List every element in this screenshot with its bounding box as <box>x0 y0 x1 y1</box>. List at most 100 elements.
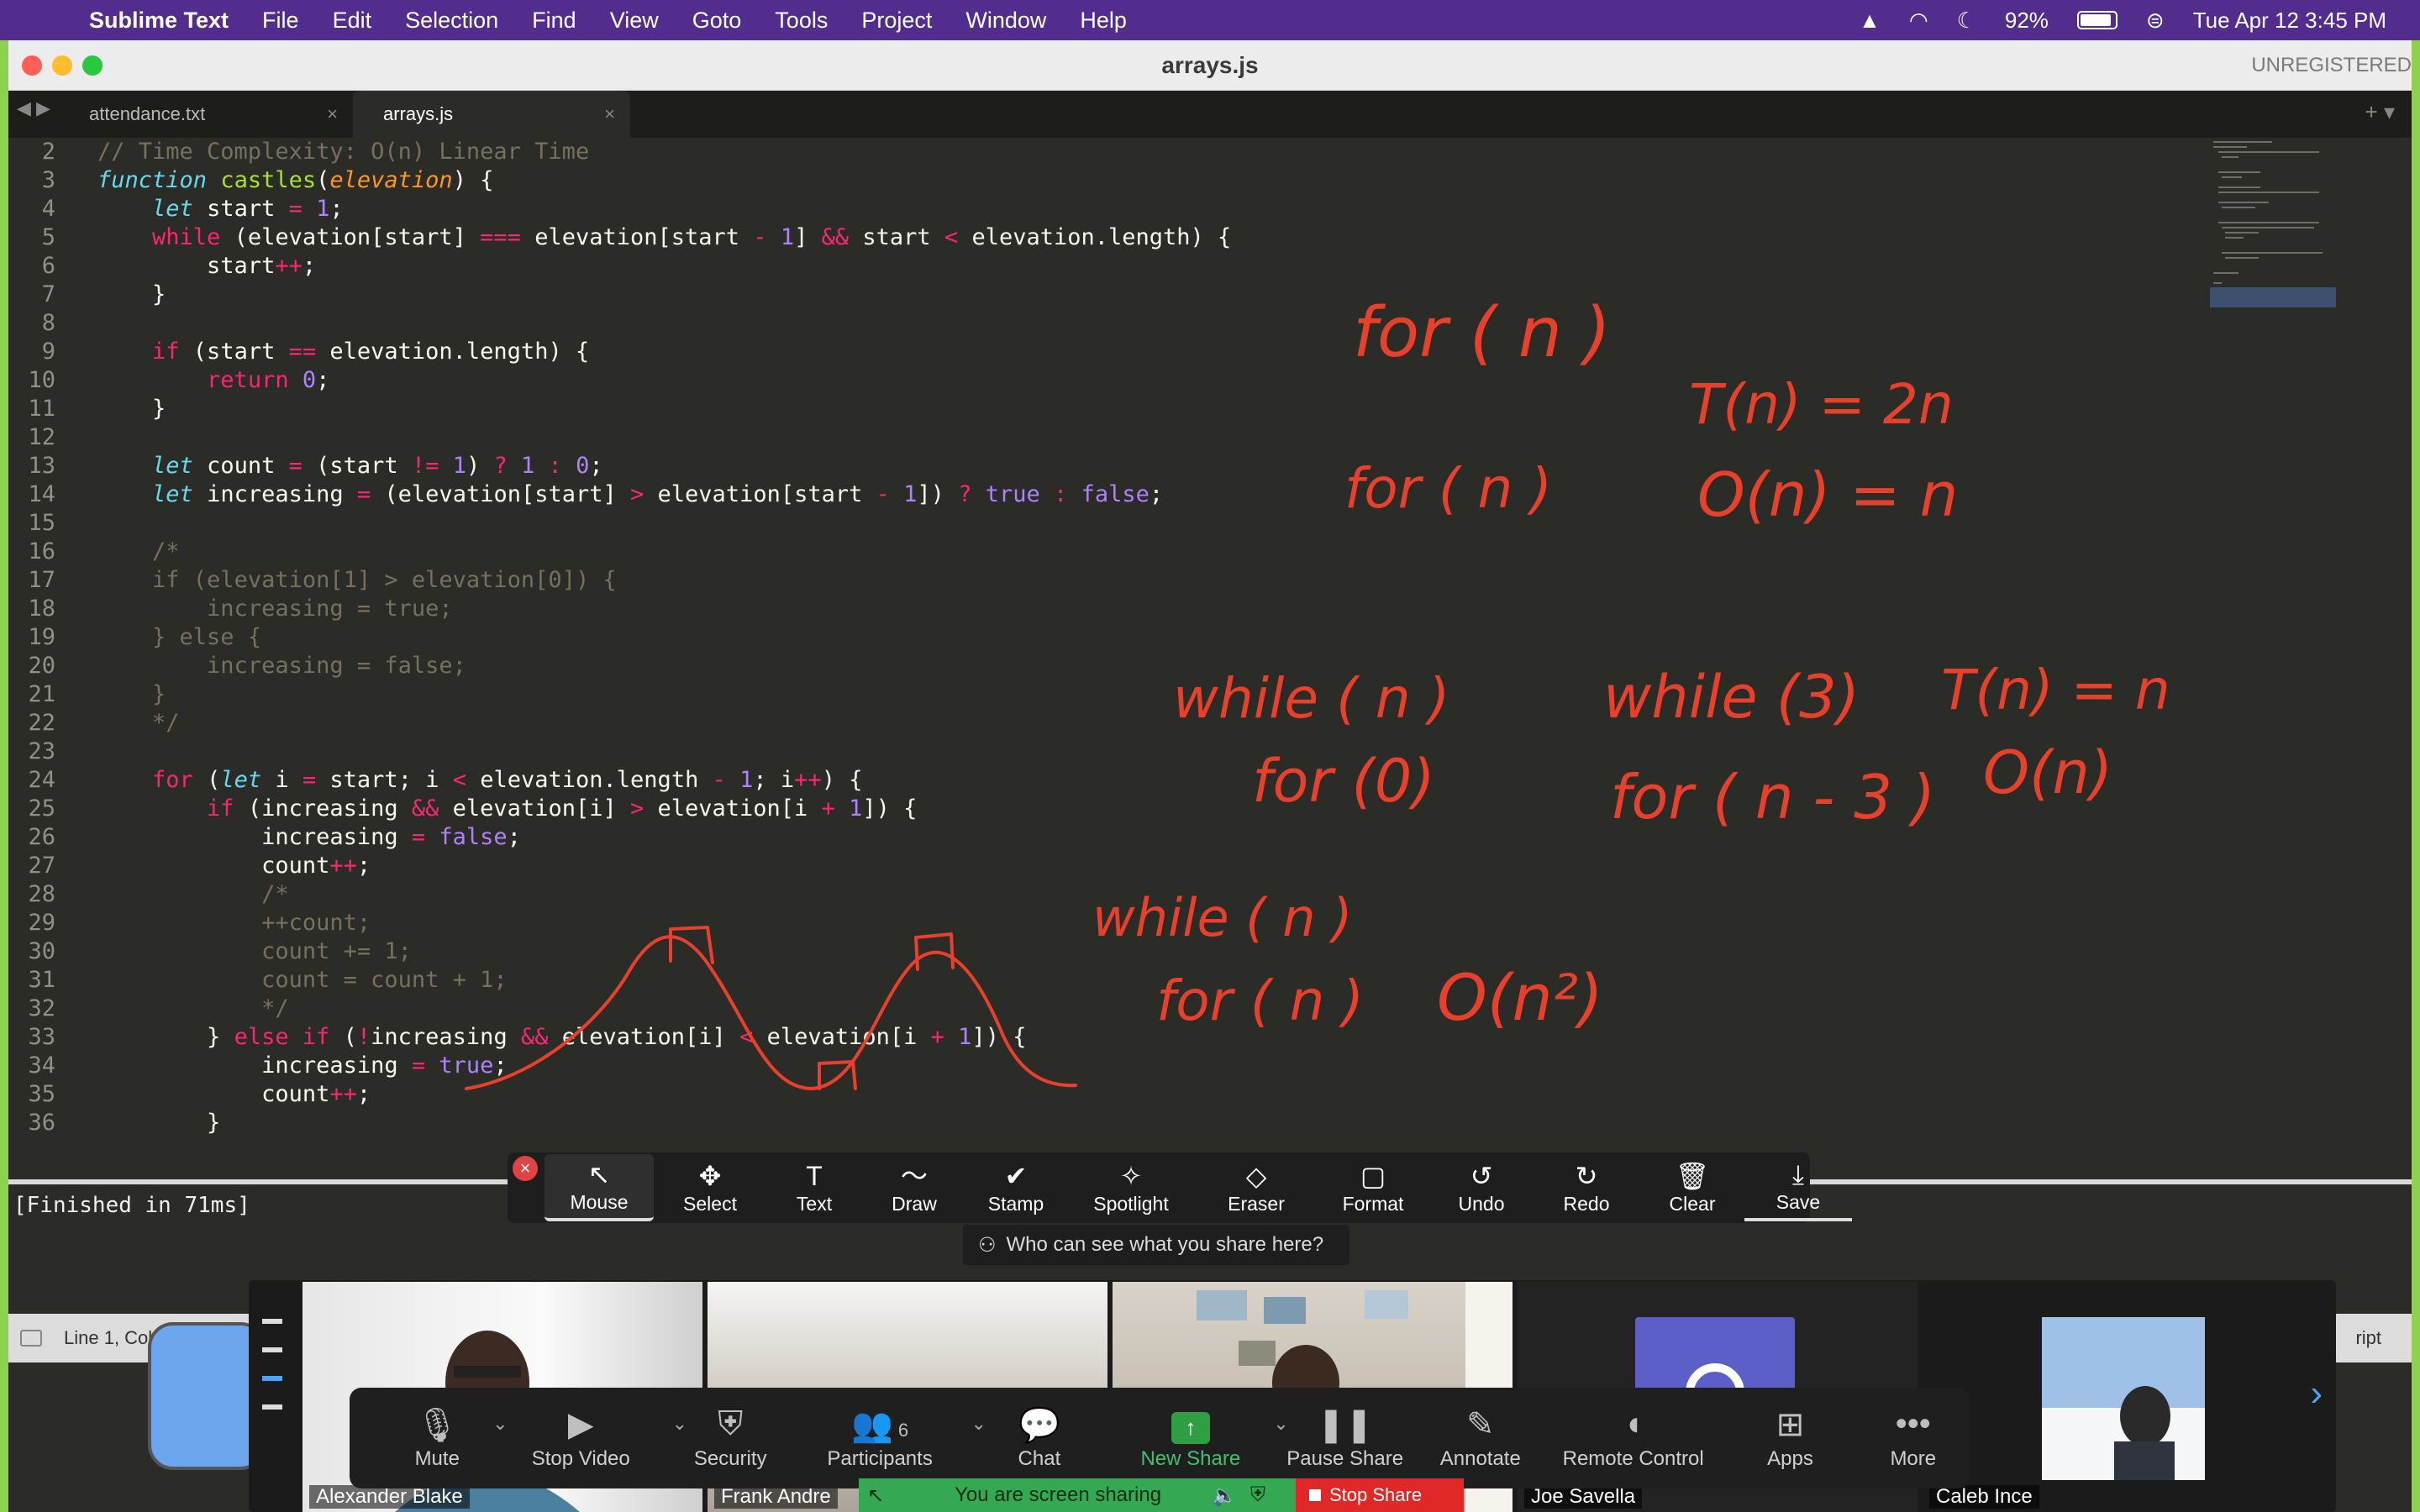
format-icon: ▢ <box>1360 1160 1386 1191</box>
focus-moon-icon[interactable]: ☾ <box>1957 8 1976 34</box>
zoom-security-button[interactable]: ⛨ Security <box>671 1396 790 1480</box>
sharing-text: You are screen sharing <box>955 1483 1162 1506</box>
panel-toggle-icon[interactable] <box>20 1330 42 1347</box>
menu-help[interactable]: Help <box>1080 8 1127 34</box>
wifi-icon[interactable]: ◠ <box>1909 8 1928 34</box>
zoom-participants-button[interactable]: 👥 6 Participants ⌄ <box>790 1396 986 1480</box>
who-can-see-prompt[interactable]: ⚇ Who can see what you share here? <box>963 1225 1349 1265</box>
title-bar: arrays.js UNREGISTERED <box>8 40 2412 91</box>
undo-icon: ↺ <box>1470 1160 1493 1191</box>
ink-for-n-4: for ( n ) <box>1156 969 1364 1033</box>
syntax-label[interactable]: ript <box>2355 1327 2381 1349</box>
control-label: Security <box>693 1447 767 1470</box>
menu-edit[interactable]: Edit <box>333 8 372 34</box>
menu-clock[interactable]: Tue Apr 12 3:45 PM <box>2193 8 2386 34</box>
participant-count: 6 <box>897 1420 909 1441</box>
close-tab-icon[interactable]: × <box>604 103 615 125</box>
select-icon: ✥ <box>698 1160 722 1191</box>
drive-icon[interactable]: ▲ <box>1859 8 1881 34</box>
annotate-tool-select[interactable]: ✥ Select <box>654 1154 766 1221</box>
annotate-tool-mouse[interactable]: ↖ Mouse <box>544 1154 654 1221</box>
participant-name: Frank Andre <box>714 1485 838 1509</box>
stop-share-label: Stop Share <box>1329 1484 1423 1505</box>
code-editor[interactable]: 2// Time Complexity: O(n) Linear Time 3 fu… <box>8 138 2412 1176</box>
annotate-tool-save[interactable]: ⤓ Save <box>1744 1154 1852 1221</box>
control-label: More <box>1890 1447 1937 1470</box>
close-annotation-icon[interactable]: × <box>513 1156 538 1181</box>
zoom-pause-share-button[interactable]: ❚❚ Pause Share <box>1272 1396 1418 1480</box>
tool-label: Clear <box>1669 1192 1716 1215</box>
menu-tools[interactable]: Tools <box>775 8 828 34</box>
text-icon: T <box>806 1160 823 1191</box>
participant-name: Joe Savella <box>1524 1485 1643 1509</box>
zoom-annotate-button[interactable]: ✎ Annotate <box>1418 1396 1543 1480</box>
annotate-tool-draw[interactable]: 〜 Draw <box>862 1154 966 1221</box>
more-icon: ••• <box>1895 1405 1931 1442</box>
spotlight-icon: ✧ <box>1119 1160 1143 1191</box>
annotation-ink-layer: for ( n ) for ( n ) T(n) = 2n O(n) = n w… <box>465 293 2170 1090</box>
speaker-icon[interactable]: 🔈 <box>1212 1483 1237 1508</box>
sharing-arrow-icon: ↖ <box>867 1483 885 1507</box>
annotate-tool-undo[interactable]: ↺ Undo <box>1430 1154 1533 1221</box>
annotate-tool-redo[interactable]: ↻ Redo <box>1533 1154 1640 1221</box>
menu-find[interactable]: Find <box>532 8 576 34</box>
tool-label: Text <box>796 1192 833 1215</box>
ink-t-2n: T(n) = 2n <box>1689 372 1954 437</box>
ink-t-n: T(n) = n <box>1941 658 2170 722</box>
annotate-tool-clear[interactable]: 🗑 Clear <box>1640 1154 1744 1221</box>
zoom-remote-control-button[interactable]: ◖ Remote Control <box>1543 1396 1723 1480</box>
menu-project[interactable]: Project <box>861 8 932 34</box>
tab-bar: ◀ ▶ attendance.txt × arrays.js × + ▾ <box>8 91 2412 138</box>
gallery-view-icons[interactable] <box>262 1319 284 1433</box>
annotate-tool-stamp[interactable]: ✔ Stamp <box>966 1154 1065 1221</box>
finder-dock-icon[interactable] <box>148 1322 266 1470</box>
annotation-toolbar: × ↖ Mouse ✥ Select T Text 〜 Draw ✔ Stamp ✧ Spotligh… <box>508 1152 1852 1223</box>
menu-selection[interactable]: Selection <box>405 8 498 34</box>
ink-for-n-2: for ( n ) <box>1344 456 1552 521</box>
screen-sharing-indicator: ↖ You are screen sharing 🔈 ⛨ <box>859 1478 1296 1512</box>
tab-attendance[interactable]: attendance.txt × <box>59 91 353 138</box>
annotate-tool-format[interactable]: ▢ Format <box>1316 1154 1430 1221</box>
new-share-icon: ↑ <box>1171 1405 1210 1447</box>
menu-file[interactable]: File <box>262 8 299 34</box>
zoom-apps-button[interactable]: ⊞ Apps <box>1723 1396 1856 1480</box>
stop-share-button[interactable]: Stop Share <box>1296 1478 1464 1512</box>
annotate-tool-spotlight[interactable]: ✧ Spotlight <box>1065 1154 1197 1221</box>
ink-while-n: while ( n ) <box>1173 666 1449 731</box>
menu-app-name[interactable]: Sublime Text <box>89 8 229 34</box>
eraser-icon: ◇ <box>1245 1160 1267 1191</box>
tab-arrays[interactable]: arrays.js × <box>353 91 630 138</box>
zoom-mute-button[interactable]: 🎙 Mute ⌄ <box>383 1396 508 1480</box>
annotate-tool-text[interactable]: T Text <box>766 1154 862 1221</box>
new-tab-icon[interactable]: + ▾ <box>2365 99 2395 125</box>
menu-bar: Sublime Text File Edit Selection Find Vi… <box>0 0 2420 40</box>
who-can-see-text: Who can see what you share here? <box>1006 1233 1324 1256</box>
zoom-stop-video-button[interactable]: ▶ Stop Video ⌄ <box>492 1396 687 1480</box>
battery-icon[interactable] <box>2076 11 2118 29</box>
control-label: Participants <box>827 1447 933 1470</box>
close-window-button[interactable] <box>22 55 42 76</box>
close-tab-icon[interactable]: × <box>327 103 338 125</box>
control-label: Pause Share <box>1286 1447 1404 1470</box>
video-tile[interactable]: Caleb Ince <box>1923 1282 2323 1512</box>
control-label: Apps <box>1767 1447 1813 1470</box>
tool-label: Redo <box>1563 1192 1610 1215</box>
remote-control-icon: ◖ <box>1623 1405 1644 1442</box>
control-center-icon[interactable]: ⊜ <box>2146 8 2165 34</box>
control-label: Stop Video <box>531 1447 630 1470</box>
gallery-next-icon[interactable]: › <box>2310 1373 2323 1415</box>
participant-name: Caleb Ince <box>1929 1485 2039 1509</box>
tool-label: Save <box>1776 1190 1821 1213</box>
zoom-more-button[interactable]: ••• More <box>1857 1396 1970 1480</box>
menu-window[interactable]: Window <box>965 8 1046 34</box>
menu-view[interactable]: View <box>610 8 659 34</box>
tab-nav-arrows-icon[interactable]: ◀ ▶ <box>17 97 50 119</box>
annotate-tool-eraser[interactable]: ◇ Eraser <box>1197 1154 1316 1221</box>
zoom-window-button[interactable] <box>82 55 103 76</box>
minimize-window-button[interactable] <box>52 55 72 76</box>
menu-goto[interactable]: Goto <box>692 8 742 34</box>
zoom-chat-button[interactable]: 💬 Chat <box>970 1396 1109 1480</box>
people-icon: ⚇ <box>978 1233 997 1257</box>
tool-label: Draw <box>892 1192 937 1215</box>
zoom-new-share-button[interactable]: ↑ New Share ⌄ <box>1109 1396 1289 1480</box>
